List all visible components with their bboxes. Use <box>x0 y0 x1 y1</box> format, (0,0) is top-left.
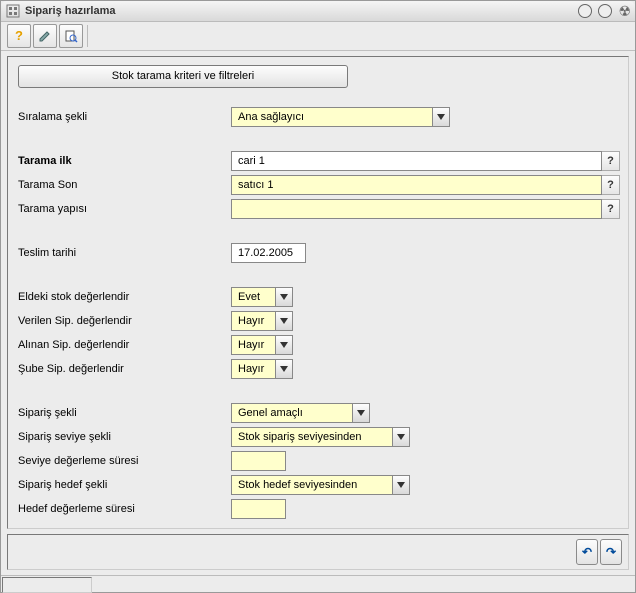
select-alinan-sip-value: Hayır <box>232 336 275 354</box>
lookup-tarama-ilk-button[interactable]: ? <box>602 151 620 171</box>
chevron-down-icon <box>392 428 409 446</box>
label-teslim-tarihi: Teslim tarihi <box>16 247 231 259</box>
toolbar-help-button[interactable]: ? <box>7 24 31 48</box>
label-tarama-ilk: Tarama ilk <box>16 155 231 167</box>
input-seviye-degerleme-suresi[interactable] <box>231 451 286 471</box>
label-sube-sip: Şube Sip. değerlendir <box>16 363 231 375</box>
window-title: Sipariş hazırlama <box>25 5 578 17</box>
input-tarama-ilk[interactable]: cari 1 <box>231 151 602 171</box>
label-tarama-yapisi: Tarama yapısı <box>16 203 231 215</box>
chevron-down-icon <box>352 404 369 422</box>
lookup-tarama-son-button[interactable]: ? <box>602 175 620 195</box>
label-verilen-sip: Verilen Sip. değerlendir <box>16 315 231 327</box>
titlebar: Sipariş hazırlama ☢ <box>1 1 635 22</box>
bottom-bar: ↶ ↷ <box>7 534 629 570</box>
select-siparis-sekli-value: Genel amaçlı <box>232 404 352 422</box>
select-alinan-sip[interactable]: Hayır <box>231 335 293 355</box>
label-siparis-sekli: Sipariş şekli <box>16 407 231 419</box>
label-siparis-seviye-sekli: Sipariş seviye şekli <box>16 431 231 443</box>
select-siralama-sekli-value: Ana sağlayıcı <box>232 108 432 126</box>
nav-next-button[interactable]: ↷ <box>600 539 622 565</box>
chevron-down-icon <box>275 360 292 378</box>
input-teslim-tarihi[interactable]: 17.02.2005 <box>231 243 306 263</box>
app-window: Sipariş hazırlama ☢ ? Stok tarama kriter… <box>0 0 636 593</box>
close-button[interactable]: ☢ <box>618 4 631 18</box>
status-cell <box>2 577 92 593</box>
label-alinan-sip: Alınan Sip. değerlendir <box>16 339 231 351</box>
select-verilen-sip[interactable]: Hayır <box>231 311 293 331</box>
input-tarama-son[interactable]: satıcı 1 <box>231 175 602 195</box>
select-eldeki-stok-value: Evet <box>232 288 275 306</box>
label-eldeki-stok: Eldeki stok değerlendir <box>16 291 231 303</box>
label-siralama-sekli: Sıralama şekli <box>16 111 231 123</box>
window-controls: ☢ <box>578 4 631 18</box>
label-tarama-son: Tarama Son <box>16 179 231 191</box>
toolbar-divider <box>87 25 88 47</box>
minimize-button[interactable] <box>578 4 592 18</box>
label-seviye-degerleme-suresi: Seviye değerleme süresi <box>16 455 231 467</box>
toolbar-edit-button[interactable] <box>33 24 57 48</box>
select-siparis-sekli[interactable]: Genel amaçlı <box>231 403 370 423</box>
input-hedef-degerleme-suresi[interactable] <box>231 499 286 519</box>
nav-prev-button[interactable]: ↶ <box>576 539 598 565</box>
chevron-down-icon <box>275 288 292 306</box>
chevron-down-icon <box>275 336 292 354</box>
select-siparis-hedef-sekli[interactable]: Stok hedef seviyesinden <box>231 475 410 495</box>
select-siparis-hedef-sekli-value: Stok hedef seviyesinden <box>232 476 392 494</box>
select-verilen-sip-value: Hayır <box>232 312 275 330</box>
maximize-button[interactable] <box>598 4 612 18</box>
select-sube-sip-value: Hayır <box>232 360 275 378</box>
select-siralama-sekli[interactable]: Ana sağlayıcı <box>231 107 450 127</box>
label-siparis-hedef-sekli: Sipariş hedef şekli <box>16 479 231 491</box>
statusbar <box>1 575 635 592</box>
input-tarama-yapisi[interactable] <box>231 199 602 219</box>
form-panel: Stok tarama kriteri ve filtreleri Sırala… <box>7 56 629 529</box>
select-siparis-seviye-sekli-value: Stok sipariş seviyesinden <box>232 428 392 446</box>
content-container: Stok tarama kriteri ve filtreleri Sırala… <box>1 51 635 575</box>
toolbar-preview-button[interactable] <box>59 24 83 48</box>
select-sube-sip[interactable]: Hayır <box>231 359 293 379</box>
toolbar: ? <box>1 22 635 51</box>
label-hedef-degerleme-suresi: Hedef değerleme süresi <box>16 503 231 515</box>
stock-scan-criteria-button[interactable]: Stok tarama kriteri ve filtreleri <box>18 65 348 88</box>
select-siparis-seviye-sekli[interactable]: Stok sipariş seviyesinden <box>231 427 410 447</box>
chevron-down-icon <box>275 312 292 330</box>
lookup-tarama-yapisi-button[interactable]: ? <box>602 199 620 219</box>
chevron-down-icon <box>432 108 449 126</box>
chevron-down-icon <box>392 476 409 494</box>
app-icon <box>5 3 21 19</box>
select-eldeki-stok[interactable]: Evet <box>231 287 293 307</box>
